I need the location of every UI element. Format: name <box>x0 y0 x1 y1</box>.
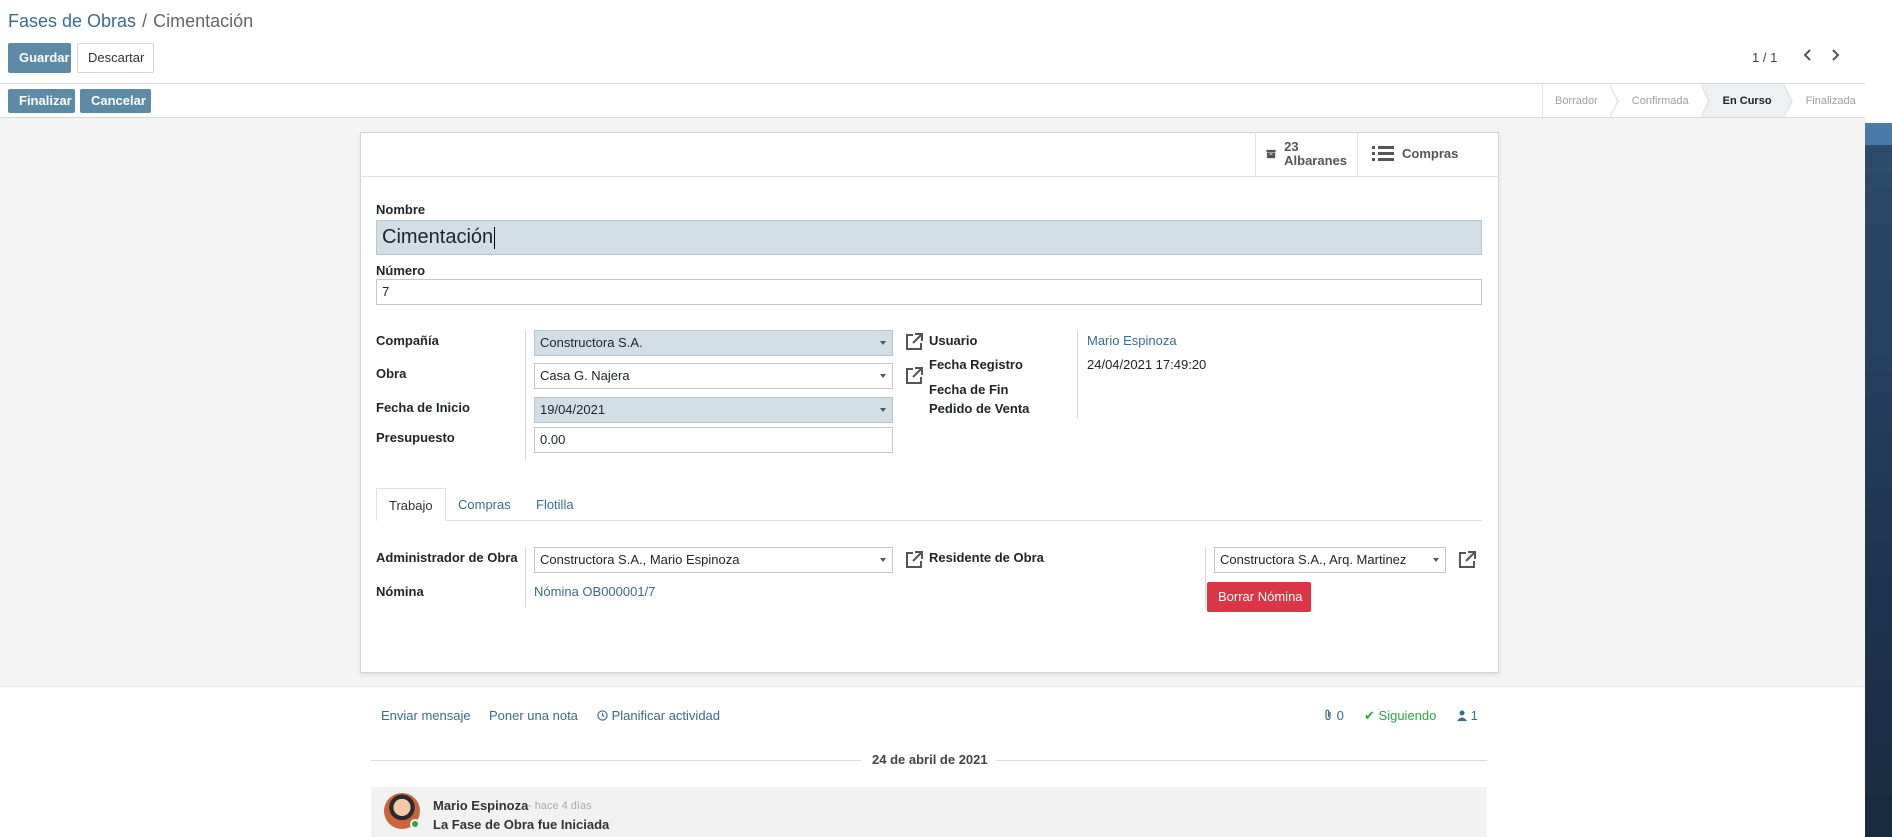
following-button[interactable]: ✔ Siguiendo <box>1364 708 1436 724</box>
payroll-label: Nómina <box>376 584 424 599</box>
caret-down-icon <box>880 374 886 378</box>
name-label: Nombre <box>376 202 426 217</box>
right-group-divider <box>1077 330 1078 418</box>
site-admin-select[interactable]: Constructora S.A., Mario Espinoza <box>534 547 893 573</box>
pager-value: 1 / 1 <box>1752 50 1778 65</box>
company-label: Compañía <box>376 333 439 348</box>
send-message-button[interactable]: Enviar mensaje <box>381 708 471 723</box>
archive-icon <box>1266 149 1276 159</box>
cancel-button[interactable]: Cancelar <box>80 89 151 113</box>
left-group-divider <box>525 330 526 460</box>
pager-previous-button[interactable] <box>1798 47 1818 67</box>
paperclip-icon <box>1325 709 1331 721</box>
user-icon <box>1457 710 1467 721</box>
deliveries-smart-button[interactable]: 23 Albaranes <box>1255 132 1357 176</box>
payroll-link[interactable]: Nómina OB000001/7 <box>534 584 655 599</box>
breadcrumb-parent-link[interactable]: Fases de Obras <box>8 11 136 31</box>
site-admin-label: Administrador de Obra <box>376 550 518 565</box>
reg-date-label: Fecha Registro <box>929 357 1023 372</box>
discard-button[interactable]: Descartar <box>77 43 154 73</box>
stage-confirmada: Confirmada <box>1610 84 1710 118</box>
message-body: La Fase de Obra fue Iniciada <box>433 817 610 832</box>
delete-payroll-button[interactable]: Borrar Nómina <box>1207 582 1311 612</box>
purchases-label: Compras <box>1402 146 1459 161</box>
purchases-smart-button[interactable]: Compras <box>1357 132 1499 176</box>
stage-en-curso: En Curso <box>1700 84 1793 118</box>
check-icon: ✔ <box>1364 708 1375 723</box>
breadcrumb-separator: / <box>142 11 148 31</box>
date-separator-line-left <box>371 760 861 761</box>
site-resident-label: Residente de Obra <box>929 550 1044 565</box>
deliveries-label: Albaranes <box>1284 153 1347 168</box>
stage-finalizada: Finalizada <box>1805 95 1856 107</box>
number-input[interactable]: 7 <box>376 279 1482 305</box>
right-side-panel-header <box>1865 123 1892 145</box>
budget-input[interactable]: 0.00 <box>534 427 893 453</box>
chevron-left-icon <box>1803 49 1811 61</box>
stage-borrador: Borrador <box>1543 84 1619 118</box>
tab-compras[interactable]: Compras <box>446 488 523 521</box>
message-author[interactable]: Mario Espinoza <box>433 798 528 813</box>
statusbar: Borrador Confirmada En Curso Finalizada <box>1542 84 1868 118</box>
right-side-panel <box>1865 123 1892 837</box>
company-select[interactable]: Constructora S.A. <box>534 330 893 356</box>
external-link-icon[interactable] <box>1456 549 1478 571</box>
deliveries-count: 23 <box>1284 139 1299 154</box>
caret-down-icon <box>880 408 886 412</box>
message-date: - hace 4 días <box>528 800 592 812</box>
pager-next-button[interactable] <box>1825 47 1845 67</box>
save-button[interactable]: Guardar <box>8 43 71 73</box>
user-label: Usuario <box>929 333 978 348</box>
work-label: Obra <box>376 366 407 381</box>
caret-down-icon <box>880 558 886 562</box>
start-date-label: Fecha de Inicio <box>376 400 470 415</box>
external-link-icon[interactable] <box>903 549 925 571</box>
list-icon <box>1372 146 1394 161</box>
attachments-button[interactable]: 0 <box>1323 708 1344 723</box>
breadcrumb: Fases de Obras / Cimentación <box>8 11 253 32</box>
caret-down-icon <box>880 341 886 345</box>
external-link-icon[interactable] <box>903 331 925 353</box>
date-separator-line-right <box>996 760 1487 761</box>
presence-indicator <box>410 819 420 829</box>
log-note-button[interactable]: Poner una nota <box>489 708 578 723</box>
clock-icon <box>597 710 608 721</box>
work-left-divider <box>525 547 526 607</box>
tab-flotilla[interactable]: Flotilla <box>524 488 586 521</box>
site-resident-select[interactable]: Constructora S.A., Arq. Martinez <box>1214 547 1446 573</box>
caret-down-icon <box>1433 558 1439 562</box>
number-label: Número <box>376 263 426 278</box>
end-date-label: Fecha de Fin <box>929 382 1009 397</box>
chatter-divider <box>0 686 1865 687</box>
sale-order-label: Pedido de Venta <box>929 401 1030 416</box>
followers-button[interactable]: 1 <box>1457 708 1478 723</box>
finish-button[interactable]: Finalizar <box>8 89 75 113</box>
user-link[interactable]: Mario Espinoza <box>1087 333 1177 348</box>
work-right-divider <box>1205 547 1206 607</box>
budget-label: Presupuesto <box>376 430 455 445</box>
schedule-activity-button[interactable]: Planificar actividad <box>597 708 720 723</box>
chevron-right-icon <box>1832 49 1840 61</box>
work-select[interactable]: Casa G. Najera <box>534 363 893 389</box>
tab-trabajo[interactable]: Trabajo <box>376 488 446 521</box>
start-date-input[interactable]: 19/04/2021 <box>534 397 893 423</box>
reg-date-value: 24/04/2021 17:49:20 <box>1087 357 1207 372</box>
external-link-icon[interactable] <box>903 365 925 387</box>
date-separator: 24 de abril de 2021 <box>872 752 988 767</box>
breadcrumb-current: Cimentación <box>153 11 254 31</box>
name-input[interactable]: Cimentación <box>376 220 1482 255</box>
